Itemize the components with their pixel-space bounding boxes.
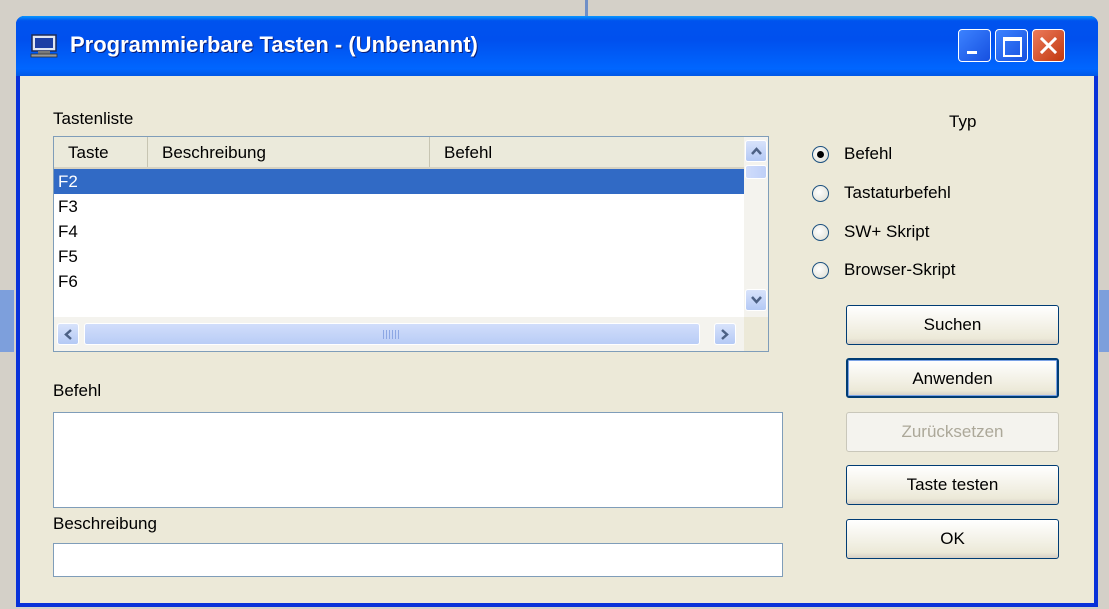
radio-label: SW+ Skript: [844, 222, 930, 241]
list-item[interactable]: F5: [54, 244, 744, 269]
radio-button: [812, 146, 829, 163]
reset-button[interactable]: Zurücksetzen: [846, 412, 1059, 452]
radio-label: Tastaturbefehl: [844, 183, 951, 202]
type-group-label: Typ: [949, 112, 977, 131]
maximize-icon[interactable]: [995, 29, 1028, 62]
minimize-icon[interactable]: [958, 29, 991, 62]
scroll-grip: [383, 330, 399, 339]
list-item[interactable]: F2: [54, 169, 744, 194]
close-icon[interactable]: [1032, 29, 1065, 62]
horizontal-scrollbar[interactable]: [54, 317, 744, 351]
list-item-key: F5: [58, 247, 78, 266]
key-list-rows: F2 F3 F4 F5 F6: [54, 169, 744, 294]
list-item[interactable]: F3: [54, 194, 744, 219]
key-list[interactable]: Taste Beschreibung Befehl F2 F3 F4 F5 F6: [53, 136, 769, 352]
computer-icon: [30, 34, 58, 58]
list-item[interactable]: F4: [54, 219, 744, 244]
key-list-label: Tastenliste: [53, 109, 134, 128]
scrollbar-corner: [744, 317, 768, 351]
radio-button: [812, 185, 829, 202]
scroll-right-icon[interactable]: [714, 323, 736, 345]
scroll-down-icon[interactable]: [745, 289, 767, 311]
vertical-scrollbar[interactable]: [744, 137, 768, 317]
column-header-key[interactable]: Taste: [54, 137, 148, 167]
radio-sw-script[interactable]: SW+ Skript: [812, 220, 1062, 246]
scroll-left-icon[interactable]: [57, 323, 79, 345]
radio-button: [812, 224, 829, 241]
list-item-key: F2: [58, 172, 78, 191]
dialog-window: Programmierbare Tasten - (Unbenannt) Tas…: [16, 16, 1098, 607]
key-list-header: Taste Beschreibung Befehl: [54, 137, 744, 169]
window-title: Programmierbare Tasten - (Unbenannt): [70, 32, 478, 57]
radio-label: Befehl: [844, 144, 893, 163]
command-field[interactable]: [53, 412, 783, 508]
radio-button: [812, 262, 829, 279]
radio-command[interactable]: Befehl: [812, 142, 1062, 168]
list-item-key: F3: [58, 197, 78, 216]
desktop-background-right: [1099, 290, 1109, 352]
command-label: Befehl: [53, 381, 102, 400]
description-label: Beschreibung: [53, 514, 157, 533]
ok-button[interactable]: OK: [846, 519, 1059, 559]
search-button[interactable]: Suchen: [846, 305, 1059, 345]
radio-label: Browser-Skript: [844, 260, 956, 279]
column-header-command[interactable]: Befehl: [430, 137, 744, 167]
dialog-client-area: Tastenliste Taste Beschreibung Befehl F2…: [20, 76, 1094, 603]
radio-keyboard-command[interactable]: Tastaturbefehl: [812, 181, 1062, 207]
scroll-up-icon[interactable]: [745, 140, 767, 162]
desktop-background-left: [0, 290, 14, 352]
list-item[interactable]: F6: [54, 269, 744, 294]
vertical-scroll-thumb[interactable]: [745, 165, 767, 179]
test-key-button[interactable]: Taste testen: [846, 465, 1059, 505]
horizontal-scroll-thumb[interactable]: [84, 323, 700, 345]
title-bar[interactable]: Programmierbare Tasten - (Unbenannt): [16, 16, 1098, 76]
description-field[interactable]: [53, 543, 783, 577]
list-item-key: F6: [58, 272, 78, 291]
column-header-description[interactable]: Beschreibung: [148, 137, 430, 167]
radio-browser-script[interactable]: Browser-Skript: [812, 258, 1062, 284]
list-item-key: F4: [58, 222, 78, 241]
apply-button[interactable]: Anwenden: [846, 358, 1059, 398]
